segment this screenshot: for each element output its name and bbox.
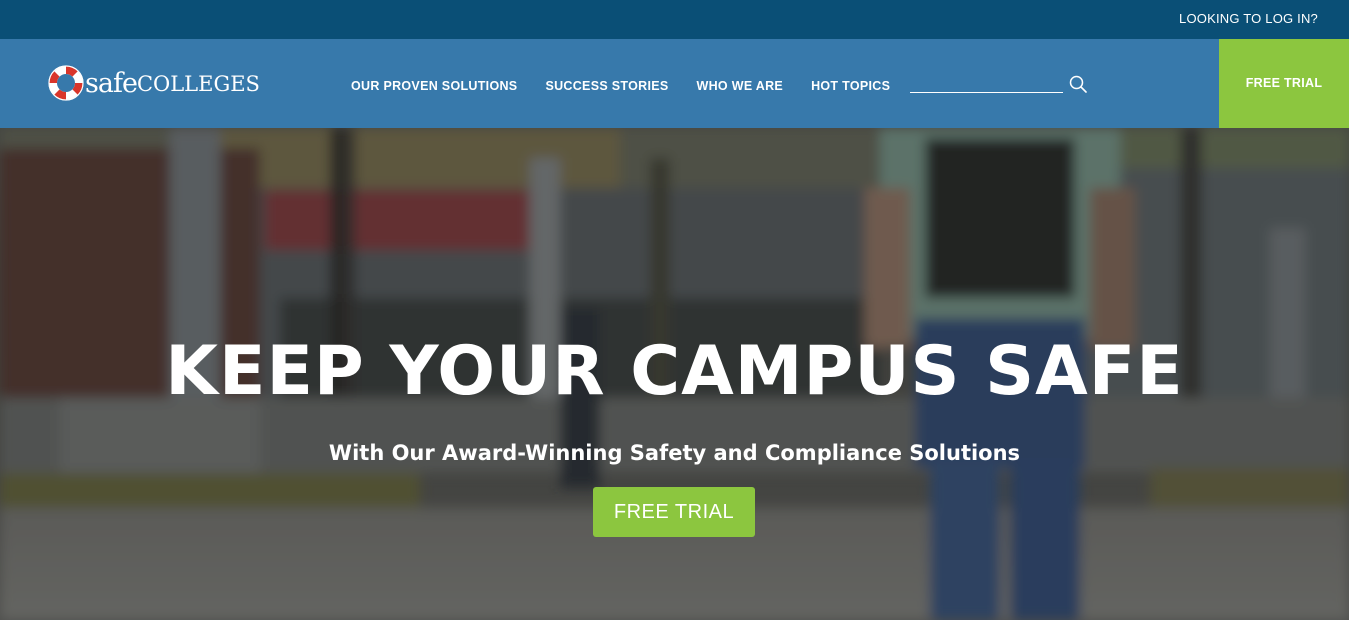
main-nav: OUR PROVEN SOLUTIONS SUCCESS STORIES WHO… [351, 79, 918, 93]
site-header: safe COLLEGES OUR PROVEN SOLUTIONS SUCCE… [0, 39, 1349, 128]
hero-section: KEEP YOUR CAMPUS SAFE With Our Award-Win… [0, 128, 1349, 620]
header-free-trial-button[interactable]: FREE TRIAL [1219, 39, 1349, 128]
logo-text-colleges: COLLEGES [136, 72, 260, 96]
login-link[interactable]: LOOKING TO LOG IN? [1179, 11, 1318, 26]
hero-subtitle: With Our Award-Winning Safety and Compli… [328, 441, 1021, 465]
nav-item-hot-topics[interactable]: HOT TOPICS [811, 79, 890, 93]
nav-item-our-proven-solutions[interactable]: OUR PROVEN SOLUTIONS [351, 79, 517, 93]
hero-free-trial-button[interactable]: FREE TRIAL [593, 487, 755, 537]
life-ring-icon [48, 65, 84, 101]
search-input[interactable] [910, 75, 1063, 93]
search-button[interactable] [1068, 75, 1088, 95]
search-icon [1069, 75, 1087, 93]
top-utility-bar: LOOKING TO LOG IN? [0, 0, 1349, 39]
logo-text-safe: safe [85, 67, 138, 99]
nav-item-who-we-are[interactable]: WHO WE ARE [697, 79, 784, 93]
header-search [910, 75, 1090, 97]
hero-title: KEEP YOUR CAMPUS SAFE [165, 332, 1184, 411]
safecolleges-logo[interactable]: safe COLLEGES [45, 61, 260, 105]
nav-item-success-stories[interactable]: SUCCESS STORIES [545, 79, 668, 93]
